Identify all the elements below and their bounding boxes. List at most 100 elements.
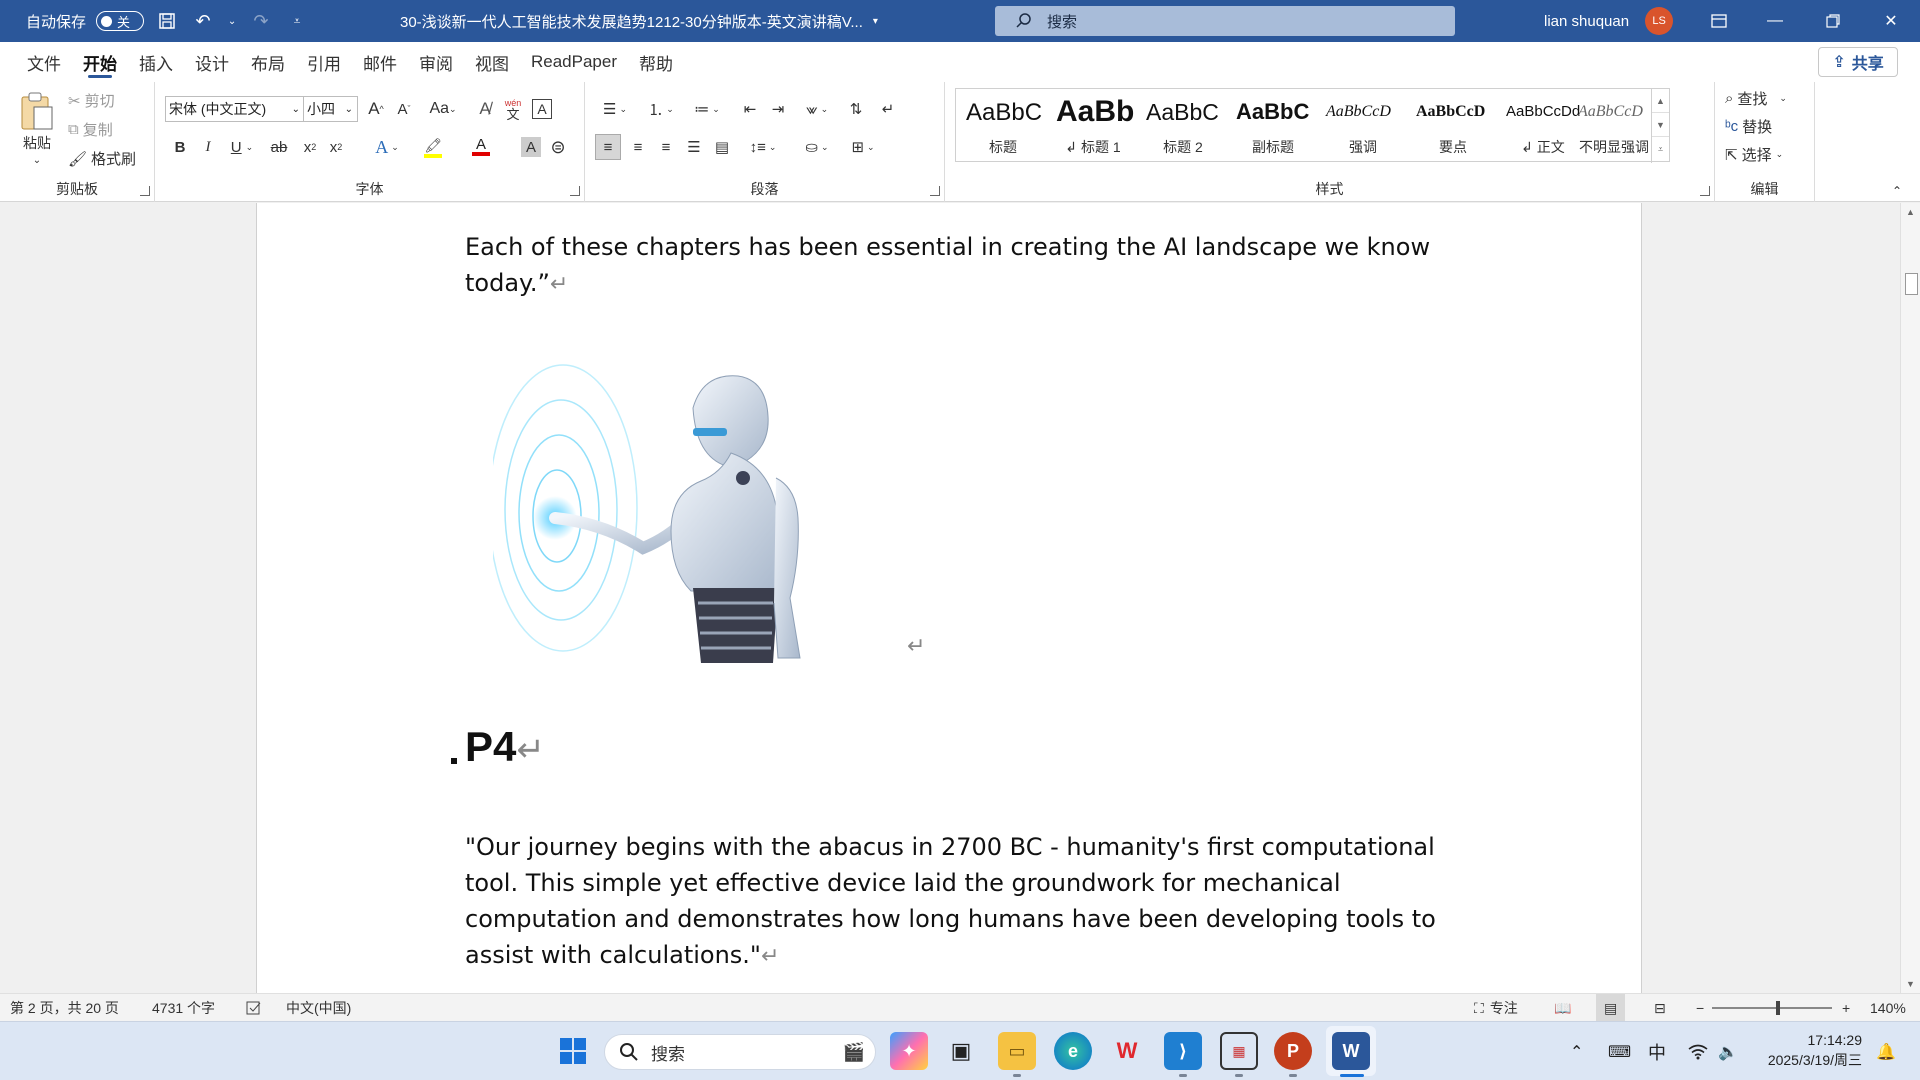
justify-icon[interactable]: ☰ xyxy=(681,134,707,160)
font-name-select[interactable]: 宋体 (中文正文) ⌄ xyxy=(165,96,305,122)
font-color-button[interactable]: A xyxy=(461,134,501,160)
web-layout-icon[interactable]: ⊟ xyxy=(1654,994,1666,1022)
zoom-slider[interactable] xyxy=(1712,994,1832,1022)
vscode-icon[interactable]: ⟩ xyxy=(1164,1032,1202,1070)
superscript-button[interactable]: x2 xyxy=(325,134,347,160)
zoom-out-icon[interactable]: − xyxy=(1696,994,1704,1022)
word-count[interactable]: 4731 个字 xyxy=(152,994,215,1022)
increase-indent-icon[interactable]: ⇥ xyxy=(765,96,791,122)
grow-font-button[interactable]: A ^ xyxy=(365,96,387,122)
page-count[interactable]: 第 2 页，共 20 页 xyxy=(10,994,119,1022)
autosave-toggle[interactable]: 关 xyxy=(96,11,145,31)
strikethrough-button[interactable]: ab xyxy=(265,134,293,160)
scroll-up-icon[interactable]: ▲ xyxy=(1901,203,1920,221)
line-spacing-button[interactable]: ↕≡ ⌄ xyxy=(743,134,783,160)
borders-button[interactable]: ⊞ ⌄ xyxy=(843,134,883,160)
shading-button[interactable]: ⛀ ⌄ xyxy=(797,134,837,160)
tab-review[interactable]: 审阅 xyxy=(408,42,464,82)
style-strong[interactable]: AaBbCcD 要点 xyxy=(1408,93,1498,159)
print-layout-icon[interactable]: ▤ xyxy=(1596,994,1626,1022)
close-icon[interactable]: ✕ xyxy=(1862,0,1920,42)
align-center-icon[interactable]: ≡ xyxy=(625,134,651,160)
paragraph[interactable]: Each of these chapters has been essentia… xyxy=(465,229,1445,303)
tab-references[interactable]: 引用 xyxy=(296,42,352,82)
undo-icon[interactable]: ↶ xyxy=(190,8,216,34)
avatar[interactable]: LS xyxy=(1645,7,1674,35)
scroll-down-icon[interactable]: ▼ xyxy=(1652,113,1669,137)
robot-image[interactable] xyxy=(493,348,893,663)
notification-bell-icon[interactable]: 🔔 xyxy=(1876,1022,1896,1080)
language[interactable]: 中文(中国) xyxy=(286,994,351,1022)
align-right-icon[interactable]: ≡ xyxy=(653,134,679,160)
change-case-button[interactable]: Aa ⌄ xyxy=(423,96,463,122)
tab-design[interactable]: 设计 xyxy=(184,42,240,82)
phonetic-guide-button[interactable]: wén 文 xyxy=(501,94,525,124)
zoom-in-icon[interactable]: + xyxy=(1842,994,1850,1022)
volume-icon[interactable]: 🔈 xyxy=(1718,1022,1738,1080)
find-button[interactable]: ⌕ 查找 ⌄ xyxy=(1725,88,1787,109)
zoom-thumb[interactable] xyxy=(1775,1001,1780,1015)
zoom-level[interactable]: 140% xyxy=(1870,994,1906,1022)
focus-mode-button[interactable]: ⛶ 专注 xyxy=(1474,994,1518,1022)
cut-button[interactable]: ✂ 剪切 xyxy=(68,90,115,111)
dialog-launcher-icon[interactable] xyxy=(1700,186,1710,196)
enclose-characters-icon[interactable]: ⊜ xyxy=(545,134,571,160)
restore-icon[interactable] xyxy=(1804,0,1862,42)
ime-indicator[interactable]: 中 xyxy=(1648,1022,1666,1080)
ribbon-display-options-icon[interactable] xyxy=(1690,0,1748,42)
taskbar-search[interactable]: 搜索 🎬 xyxy=(604,1034,876,1070)
scroll-thumb[interactable] xyxy=(1905,273,1918,295)
scroll-up-icon[interactable]: ▲ xyxy=(1652,89,1669,113)
bullets-button[interactable]: ☰ ⌄ xyxy=(595,96,635,122)
collapse-ribbon-icon[interactable]: ⌃ xyxy=(1892,184,1902,198)
style-subtitle[interactable]: AaBbC 副标题 xyxy=(1228,93,1318,159)
paragraph[interactable]: "Our journey begins with the abacus in 2… xyxy=(465,829,1445,975)
style-title[interactable]: AaBbC 标题 xyxy=(958,93,1048,159)
tab-readpaper[interactable]: ReadPaper xyxy=(520,42,628,82)
keyboard-icon[interactable]: ⌨ xyxy=(1608,1022,1631,1080)
paste-button[interactable]: 粘贴 ⌄ xyxy=(12,88,62,168)
file-explorer-icon[interactable]: ▭ xyxy=(998,1032,1036,1070)
decrease-indent-icon[interactable]: ⇤ xyxy=(737,96,763,122)
proofing-icon[interactable] xyxy=(246,994,262,1022)
copy-button[interactable]: ⧉ 复制 xyxy=(68,119,113,140)
clock[interactable]: 17:14:29 2025/3/19/周三 xyxy=(1752,1030,1862,1070)
align-left-icon[interactable]: ≡ xyxy=(595,134,621,160)
scroll-down-icon[interactable]: ▼ xyxy=(1901,975,1920,993)
account-area[interactable]: lian shuquan LS xyxy=(1544,0,1674,42)
font-size-select[interactable]: 小四 ⌄ xyxy=(303,96,358,122)
style-normal[interactable]: AaBbCcDd ↲ 正文 xyxy=(1498,93,1588,159)
tab-help[interactable]: 帮助 xyxy=(628,42,684,82)
character-border-button[interactable]: A xyxy=(532,99,552,119)
document-title[interactable]: 30-浅谈新一代人工智能技术发展趋势1212-30分钟版本-英文演讲稿V... … xyxy=(400,0,878,42)
word-icon[interactable]: W xyxy=(1332,1032,1370,1070)
document-page[interactable]: Each of these chapters has been essentia… xyxy=(256,203,1642,993)
distributed-icon[interactable]: ▤ xyxy=(709,134,735,160)
chinese-layout-button[interactable]: ⩖ ⌄ xyxy=(797,96,837,122)
tab-mailings[interactable]: 邮件 xyxy=(352,42,408,82)
sort-icon[interactable]: ⇅ xyxy=(843,96,869,122)
tab-insert[interactable]: 插入 xyxy=(128,42,184,82)
undo-dropdown-icon[interactable]: ⌄ xyxy=(226,8,238,34)
redo-icon[interactable]: ↷ xyxy=(248,8,274,34)
style-heading1[interactable]: AaBb ↲ 标题 1 xyxy=(1048,93,1138,159)
italic-button[interactable]: I xyxy=(197,134,219,160)
save-icon[interactable] xyxy=(154,8,180,34)
tab-view[interactable]: 视图 xyxy=(464,42,520,82)
style-emphasis[interactable]: AaBbCcD 强调 xyxy=(1318,93,1408,159)
heading[interactable]: P4↵ xyxy=(465,723,545,771)
copilot-icon[interactable]: ✦ xyxy=(890,1032,928,1070)
format-painter-button[interactable]: 🖌 格式刷 xyxy=(68,148,136,169)
character-shading-button[interactable]: A xyxy=(521,137,541,157)
bold-button[interactable]: B xyxy=(169,134,191,160)
replace-button[interactable]: ᵇc 替换 xyxy=(1725,116,1772,137)
numbering-button[interactable]: ⒈ ⌄ xyxy=(641,96,681,122)
subscript-button[interactable]: x2 xyxy=(299,134,321,160)
show-marks-icon[interactable]: ↵ xyxy=(875,96,901,122)
highlight-button[interactable]: 🖍 xyxy=(413,134,453,160)
underline-button[interactable]: U ⌄ xyxy=(225,134,259,160)
app-icon[interactable]: ▦ xyxy=(1220,1032,1258,1070)
dialog-launcher-icon[interactable] xyxy=(930,186,940,196)
wps-icon[interactable]: W xyxy=(1108,1032,1146,1070)
share-button[interactable]: ⇪ 共享 xyxy=(1818,47,1898,77)
